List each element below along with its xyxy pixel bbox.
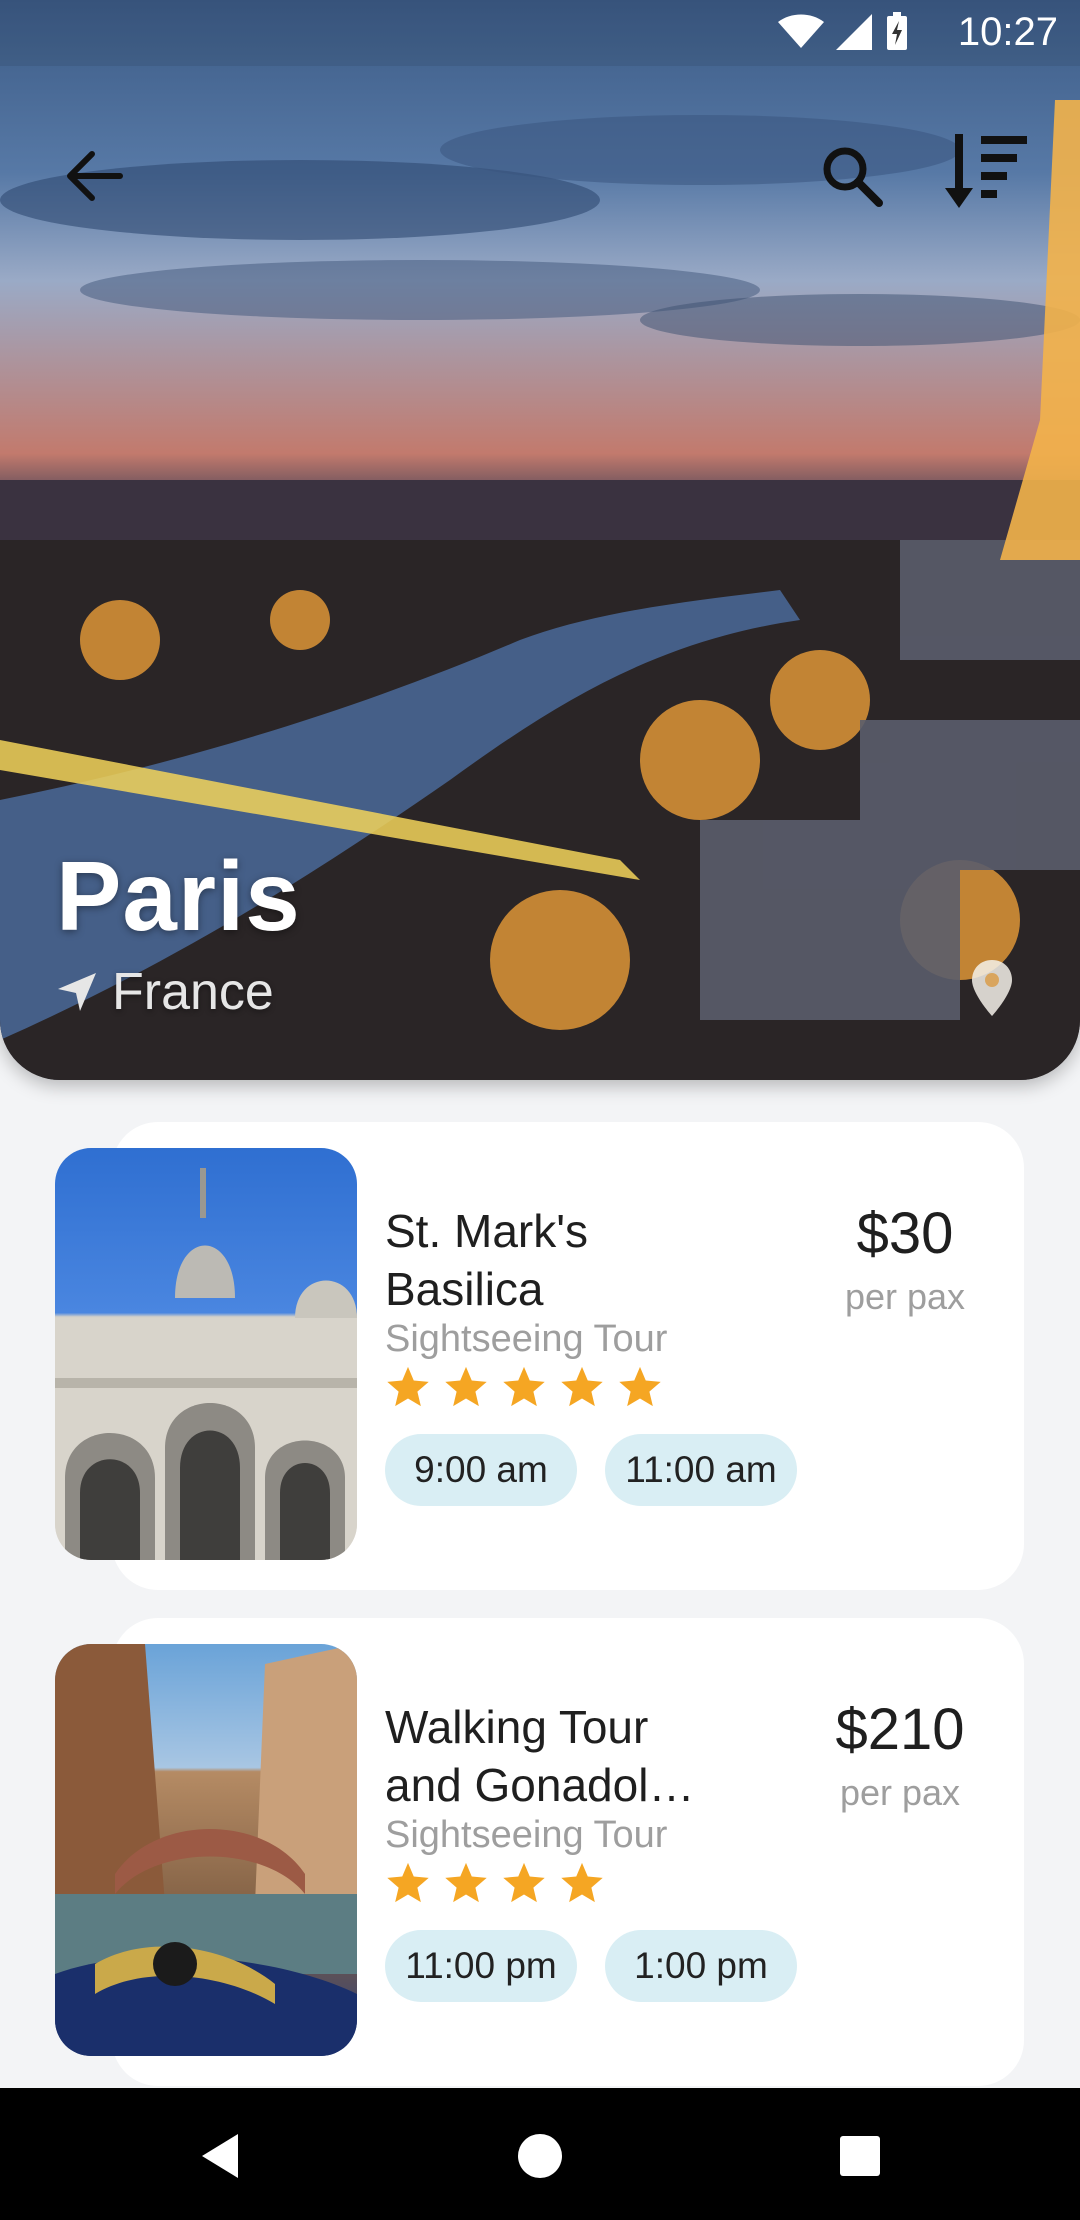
country-row: France (56, 962, 274, 1022)
back-button[interactable] (46, 128, 142, 224)
sort-descending-icon (945, 134, 1027, 208)
city-hero-image: 10:27 Paris France (0, 0, 1080, 1080)
status-time: 10:27 (957, 10, 1058, 54)
star-icon (445, 1366, 487, 1407)
tour-title: Walking Tour and Gonadol… (385, 1701, 695, 1811)
price-unit: per pax (839, 1772, 961, 1813)
status-bar: 10:27 (0, 0, 1080, 66)
tour-title: St. Mark's Basilica (385, 1205, 589, 1315)
gondola-canal-illustration (55, 1644, 357, 2056)
country-name: France (112, 963, 274, 1021)
city-name: Paris (56, 841, 301, 951)
nav-home-button[interactable] (510, 2126, 570, 2186)
navigation-arrow-icon (58, 973, 96, 1011)
arrow-left-icon (67, 151, 123, 201)
star-icon (387, 1862, 429, 1903)
tour-thumbnail (55, 1644, 357, 2056)
star-icon (503, 1862, 545, 1903)
star-icon (619, 1366, 661, 1407)
search-button[interactable] (804, 128, 900, 224)
tour-category: Sightseeing Tour (385, 1318, 668, 1360)
nav-recents-button[interactable] (830, 2126, 890, 2186)
circle-home-icon (518, 2134, 562, 2178)
tour-category: Sightseeing Tour (385, 1814, 668, 1856)
tour-price: $210 (835, 1697, 965, 1762)
star-icon (561, 1366, 603, 1407)
star-icon (387, 1366, 429, 1407)
tour-price: $30 (856, 1201, 954, 1266)
price-unit: per pax (844, 1276, 966, 1317)
tour-thumbnail (55, 1148, 357, 1560)
search-icon (823, 147, 883, 207)
star-icon (445, 1862, 487, 1903)
tour-rating (385, 1364, 663, 1410)
triangle-back-icon (202, 2134, 238, 2178)
sort-button[interactable] (938, 124, 1034, 220)
time-slot-chip[interactable]: 11:00 pm (385, 1930, 577, 2002)
battery-icon (887, 12, 907, 50)
time-slot-chip[interactable]: 1:00 pm (605, 1930, 797, 2002)
nav-back-button[interactable] (190, 2126, 250, 2186)
wifi-icon (778, 14, 824, 48)
time-slot-chip[interactable]: 11:00 am (605, 1434, 797, 1506)
tour-rating (385, 1860, 605, 1906)
time-slot-chip[interactable]: 9:00 am (385, 1434, 577, 1506)
star-icon (561, 1862, 603, 1903)
signal-icon (836, 14, 872, 50)
star-icon (503, 1366, 545, 1407)
square-recents-icon (840, 2136, 880, 2176)
tour-list-screen: 10:27 Paris France St. Mark's Basilica S… (0, 0, 1080, 2220)
map-pin-icon (972, 960, 1012, 1016)
map-pin-button[interactable] (970, 958, 1014, 1023)
system-navigation-bar (0, 2088, 1080, 2220)
basilica-illustration (55, 1168, 357, 1560)
